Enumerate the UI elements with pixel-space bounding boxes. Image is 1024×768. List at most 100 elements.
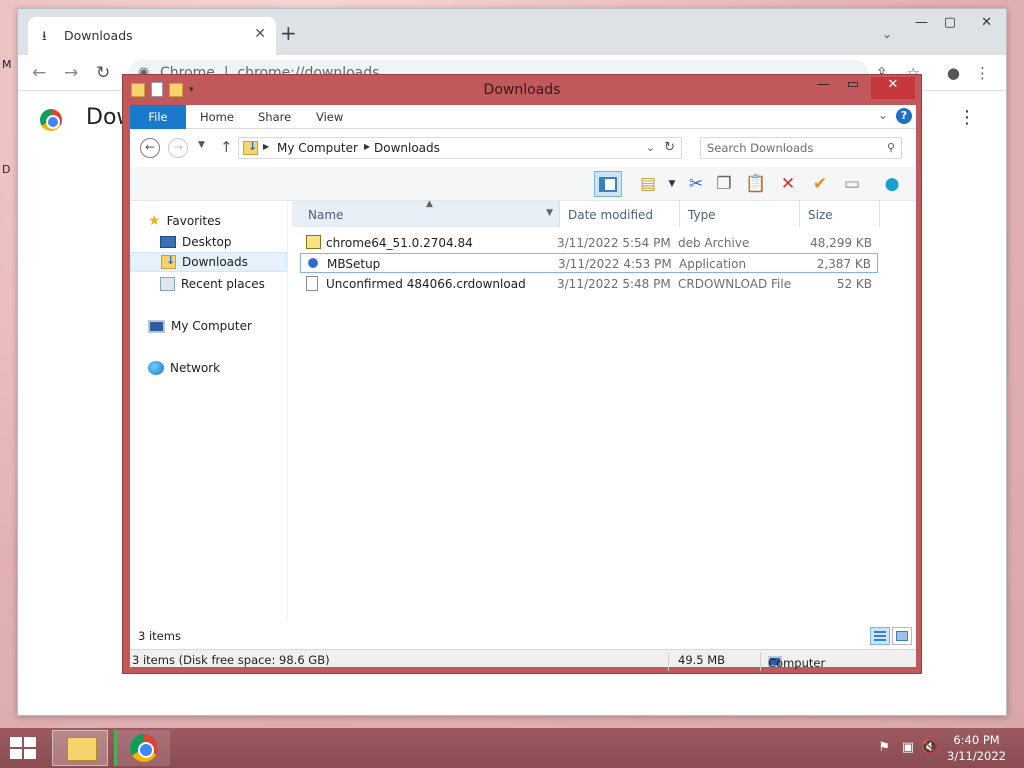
- action-center-flag-icon[interactable]: ⚑: [878, 740, 890, 755]
- back-button[interactable]: ←: [140, 138, 160, 158]
- file-date: 3/11/2022 5:48 PM: [557, 277, 671, 291]
- tab-close-icon[interactable]: ✕: [254, 26, 266, 42]
- column-name-label: Name: [308, 208, 344, 222]
- layout-pane-button[interactable]: [594, 171, 622, 197]
- tab-downloads[interactable]: ⭳ Downloads ✕: [28, 17, 276, 55]
- nav-network[interactable]: Network: [148, 358, 220, 378]
- tab-view[interactable]: View: [316, 105, 343, 129]
- file-name: Unconfirmed 484066.crdownload: [326, 277, 526, 291]
- address-bar[interactable]: ▶ My Computer ▶ Downloads ⌄ ↻: [238, 137, 682, 159]
- disk-free-status: 3 items (Disk free space: 98.6 GB): [132, 653, 330, 667]
- minimize-button[interactable]: —: [915, 15, 928, 30]
- nav-desktop-label: Desktop: [182, 235, 232, 249]
- sort-ascending-icon: ▲: [426, 199, 433, 209]
- application-icon: [307, 256, 322, 270]
- start-button[interactable]: [10, 737, 38, 761]
- column-header-name[interactable]: ▲ Name ▼: [292, 199, 560, 227]
- file-size: 48,299 KB: [810, 236, 872, 250]
- ribbon-tabs: File Home Share View ⌄ ?: [130, 105, 916, 129]
- column-filter-dropdown-icon[interactable]: ▼: [546, 208, 553, 218]
- nav-downloads[interactable]: Downloads: [130, 252, 287, 272]
- clock-time: 6:40 PM: [953, 733, 1000, 747]
- chrome-logo-icon: [40, 109, 62, 131]
- nav-my-computer[interactable]: My Computer: [148, 316, 252, 336]
- maximize-button[interactable]: ▢: [944, 15, 956, 30]
- taskbar-chrome[interactable]: [114, 730, 170, 766]
- new-tab-button[interactable]: +: [280, 21, 297, 45]
- breadcrumb-my-computer[interactable]: My Computer: [277, 141, 358, 155]
- profile-avatar-icon[interactable]: ●: [947, 64, 960, 82]
- reload-button[interactable]: ↻: [96, 63, 110, 83]
- file-row[interactable]: chrome64_51.0.2704.84 3/11/2022 5:54 PM …: [300, 233, 878, 253]
- delete-icon[interactable]: ✕: [774, 171, 802, 197]
- close-button[interactable]: ✕: [981, 15, 992, 30]
- network-tray-icon[interactable]: ▣: [902, 740, 914, 755]
- network-globe-icon[interactable]: ●: [878, 171, 906, 197]
- maximize-button[interactable]: ▭: [839, 77, 867, 99]
- close-button[interactable]: ✕: [871, 77, 915, 99]
- desktop-icon: [160, 236, 176, 248]
- recent-locations-icon[interactable]: ▼: [198, 140, 205, 150]
- cut-icon[interactable]: ✂: [682, 171, 710, 197]
- nav-network-label: Network: [170, 361, 221, 375]
- tab-file[interactable]: File: [130, 105, 186, 129]
- address-dropdown-icon[interactable]: ⌄: [646, 141, 655, 154]
- computer-icon: [148, 319, 165, 333]
- clock[interactable]: 6:40 PM 3/11/2022: [947, 732, 1006, 764]
- file-row-selected[interactable]: MBSetup 3/11/2022 4:53 PM Application 2,…: [300, 253, 878, 273]
- tab-search-icon[interactable]: ⌄: [882, 27, 892, 41]
- file-row[interactable]: Unconfirmed 484066.crdownload 3/11/2022 …: [300, 274, 878, 294]
- up-button[interactable]: ↑: [220, 138, 233, 156]
- status-bar: 3 items: [130, 621, 916, 649]
- chevron-right-icon[interactable]: ▶: [263, 142, 269, 151]
- download-icon: ⭳: [42, 29, 47, 44]
- select-all-icon[interactable]: ▭: [838, 171, 866, 197]
- back-button[interactable]: ←: [32, 63, 46, 83]
- large-icons-view-icon: [896, 631, 908, 641]
- copy-icon[interactable]: ❐: [710, 171, 738, 197]
- search-input[interactable]: [707, 139, 877, 157]
- paste-icon[interactable]: 📋: [742, 171, 770, 197]
- refresh-icon[interactable]: ↻: [664, 140, 675, 155]
- file-date: 3/11/2022 5:54 PM: [557, 236, 671, 250]
- volume-muted-icon[interactable]: 🔇: [922, 740, 938, 755]
- rename-check-icon[interactable]: ✔: [806, 171, 834, 197]
- minimize-button[interactable]: —: [809, 77, 837, 99]
- details-view-icon: [874, 631, 886, 641]
- window-title: Downloads: [483, 82, 561, 98]
- taskbar-explorer[interactable]: [52, 730, 108, 766]
- address-row: ← → ▼ ↑ ▶ My Computer ▶ Downloads ⌄ ↻ ⚲: [130, 129, 916, 167]
- selection-size: 49.5 MB: [678, 653, 726, 667]
- search-icon: ⚲: [886, 141, 895, 154]
- breadcrumb-downloads[interactable]: Downloads: [374, 141, 440, 155]
- column-header-date[interactable]: Date modified: [560, 201, 680, 227]
- large-icons-view-button[interactable]: [892, 627, 912, 645]
- details-view-button[interactable]: [870, 627, 890, 645]
- column-header-size[interactable]: Size: [800, 201, 880, 227]
- column-header-type[interactable]: Type: [680, 201, 800, 227]
- tab-home[interactable]: Home: [200, 105, 234, 129]
- star-icon: ★: [148, 213, 161, 229]
- title-bar[interactable]: ▾ Downloads — ▭ ✕: [123, 75, 921, 105]
- chrome-menu-icon[interactable]: ⋮: [975, 64, 990, 82]
- forward-button[interactable]: →: [64, 63, 78, 83]
- file-size: 2,387 KB: [816, 257, 871, 271]
- tab-share[interactable]: Share: [258, 105, 291, 129]
- command-bar: ▤ ▼ ✂ ❐ 📋 ✕ ✔ ▭ ●: [130, 167, 916, 201]
- explorer-window: ▾ Downloads — ▭ ✕ File Home Share View ⌄…: [122, 74, 922, 674]
- forward-button[interactable]: →: [168, 138, 188, 158]
- search-box[interactable]: ⚲: [700, 137, 902, 159]
- file-explorer-icon: [67, 737, 97, 761]
- nav-recent-places[interactable]: Recent places: [160, 274, 265, 294]
- blank-file-icon: [306, 276, 318, 291]
- tab-strip: ⭳ Downloads ✕ + ⌄ — ▢ ✕: [18, 9, 1006, 55]
- downloads-menu-icon[interactable]: ⋮: [958, 107, 976, 128]
- nav-desktop[interactable]: Desktop: [160, 232, 232, 252]
- chevron-right-icon[interactable]: ▶: [364, 142, 370, 151]
- expand-ribbon-icon[interactable]: ⌄: [878, 108, 888, 122]
- nav-favorites[interactable]: ★ Favorites: [148, 211, 221, 231]
- taskbar: ⚑ ▣ 🔇 6:40 PM 3/11/2022: [0, 728, 1024, 768]
- clock-date: 3/11/2022: [947, 749, 1006, 763]
- help-icon[interactable]: ?: [896, 108, 912, 124]
- chrome-icon: [130, 734, 158, 762]
